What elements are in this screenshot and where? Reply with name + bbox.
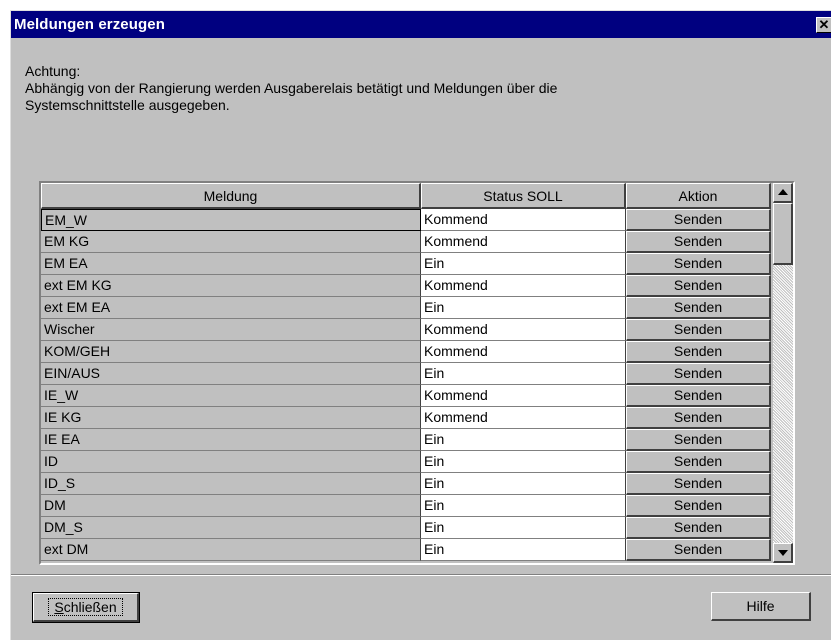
senden-button[interactable]: Senden xyxy=(626,209,771,231)
senden-button[interactable]: Senden xyxy=(626,517,771,539)
close-button-rest: chließen xyxy=(63,599,117,615)
meldung-cell[interactable]: KOM/GEH xyxy=(41,341,421,363)
meldung-cell[interactable]: ext EM EA xyxy=(41,297,421,319)
senden-button[interactable]: Senden xyxy=(626,275,771,297)
status-cell[interactable]: Kommend xyxy=(421,319,626,341)
separator-highlight xyxy=(11,575,831,576)
column-header-status-soll[interactable]: Status SOLL xyxy=(421,183,626,209)
status-cell[interactable]: Ein xyxy=(421,495,626,517)
status-cell[interactable]: Ein xyxy=(421,517,626,539)
senden-button[interactable]: Senden xyxy=(626,363,771,385)
meldung-cell[interactable]: EM KG xyxy=(41,231,421,253)
status-cell[interactable]: Kommend xyxy=(421,385,626,407)
table-row[interactable]: IE EA Ein Senden xyxy=(41,429,771,451)
close-button-label: Schließen xyxy=(48,598,123,616)
grid-rows: EM_W Kommend Senden EM KG Kommend Senden… xyxy=(41,209,771,563)
arrow-down-icon xyxy=(778,550,788,556)
meldung-cell[interactable]: ID_S xyxy=(41,473,421,495)
table-row[interactable]: EM_W Kommend Senden xyxy=(41,209,771,231)
senden-button[interactable]: Senden xyxy=(626,429,771,451)
senden-button[interactable]: Senden xyxy=(626,231,771,253)
window-title: Meldungen erzeugen xyxy=(14,16,165,33)
title-bar[interactable]: Meldungen erzeugen ✕ xyxy=(11,11,831,38)
status-cell[interactable]: Ein xyxy=(421,297,626,319)
table-row[interactable]: DM Ein Senden xyxy=(41,495,771,517)
status-cell[interactable]: Kommend xyxy=(421,209,626,231)
table-row[interactable]: IE KG Kommend Senden xyxy=(41,407,771,429)
status-cell[interactable]: Ein xyxy=(421,473,626,495)
meldung-cell[interactable]: IE EA xyxy=(41,429,421,451)
table-row[interactable]: ext EM EA Ein Senden xyxy=(41,297,771,319)
status-cell[interactable]: Kommend xyxy=(421,275,626,297)
close-button[interactable]: Schließen xyxy=(32,592,140,623)
notice-heading: Achtung: xyxy=(25,63,81,79)
close-icon[interactable]: ✕ xyxy=(816,17,831,33)
column-header-aktion[interactable]: Aktion xyxy=(626,183,771,209)
senden-button[interactable]: Senden xyxy=(626,495,771,517)
status-cell[interactable]: Ein xyxy=(421,363,626,385)
meldung-cell[interactable]: EM_W xyxy=(41,209,421,231)
status-cell[interactable]: Ein xyxy=(421,429,626,451)
status-cell[interactable]: Kommend xyxy=(421,341,626,363)
meldung-cell[interactable]: IE_W xyxy=(41,385,421,407)
status-cell[interactable]: Ein xyxy=(421,253,626,275)
meldung-cell[interactable]: DM_S xyxy=(41,517,421,539)
table-row[interactable]: DM_S Ein Senden xyxy=(41,517,771,539)
help-button[interactable]: Hilfe xyxy=(711,592,811,621)
senden-button[interactable]: Senden xyxy=(626,451,771,473)
table-row[interactable]: ext EM KG Kommend Senden xyxy=(41,275,771,297)
status-cell[interactable]: Ein xyxy=(421,451,626,473)
senden-button[interactable]: Senden xyxy=(626,539,771,561)
table-row[interactable]: Wischer Kommend Senden xyxy=(41,319,771,341)
meldung-cell[interactable]: EIN/AUS xyxy=(41,363,421,385)
table-row[interactable]: ID_S Ein Senden xyxy=(41,473,771,495)
table-row[interactable]: ID Ein Senden xyxy=(41,451,771,473)
close-button-mnemonic: S xyxy=(54,599,64,615)
table-row[interactable]: EIN/AUS Ein Senden xyxy=(41,363,771,385)
meldung-cell[interactable]: Wischer xyxy=(41,319,421,341)
table-row[interactable]: EM EA Ein Senden xyxy=(41,253,771,275)
meldung-cell[interactable]: EM EA xyxy=(41,253,421,275)
status-cell[interactable]: Ein xyxy=(421,539,626,561)
senden-button[interactable]: Senden xyxy=(626,297,771,319)
scroll-up-button[interactable] xyxy=(773,183,793,203)
column-header-meldung[interactable]: Meldung xyxy=(41,183,421,209)
vertical-scrollbar[interactable] xyxy=(773,183,793,563)
senden-button[interactable]: Senden xyxy=(626,341,771,363)
status-cell[interactable]: Kommend xyxy=(421,231,626,253)
senden-button[interactable]: Senden xyxy=(626,319,771,341)
table-row[interactable]: KOM/GEH Kommend Senden xyxy=(41,341,771,363)
meldung-cell[interactable]: ext DM xyxy=(41,539,421,561)
notice-text: Achtung: Abhängig von der Rangierung wer… xyxy=(25,63,725,114)
status-cell[interactable]: Kommend xyxy=(421,407,626,429)
scroll-down-button[interactable] xyxy=(773,543,793,563)
dialog-window: Meldungen erzeugen ✕ Achtung: Abhängig v… xyxy=(10,10,831,640)
table-row[interactable]: EM KG Kommend Senden xyxy=(41,231,771,253)
meldung-cell[interactable]: ID xyxy=(41,451,421,473)
senden-button[interactable]: Senden xyxy=(626,473,771,495)
scroll-thumb[interactable] xyxy=(773,203,793,265)
notice-line-2: Systemschnittstelle ausgegeben. xyxy=(25,97,230,113)
notice-line-1: Abhängig von der Rangierung werden Ausga… xyxy=(25,80,558,96)
table-row[interactable]: IE_W Kommend Senden xyxy=(41,385,771,407)
message-grid: Meldung Status SOLL Aktion EM_W Kommend … xyxy=(39,181,795,565)
arrow-up-icon xyxy=(778,189,788,195)
meldung-cell[interactable]: IE KG xyxy=(41,407,421,429)
table-row[interactable]: ext DM Ein Senden xyxy=(41,539,771,561)
senden-button[interactable]: Senden xyxy=(626,253,771,275)
senden-button[interactable]: Senden xyxy=(626,407,771,429)
meldung-cell[interactable]: ext EM KG xyxy=(41,275,421,297)
senden-button[interactable]: Senden xyxy=(626,385,771,407)
meldung-cell[interactable]: DM xyxy=(41,495,421,517)
